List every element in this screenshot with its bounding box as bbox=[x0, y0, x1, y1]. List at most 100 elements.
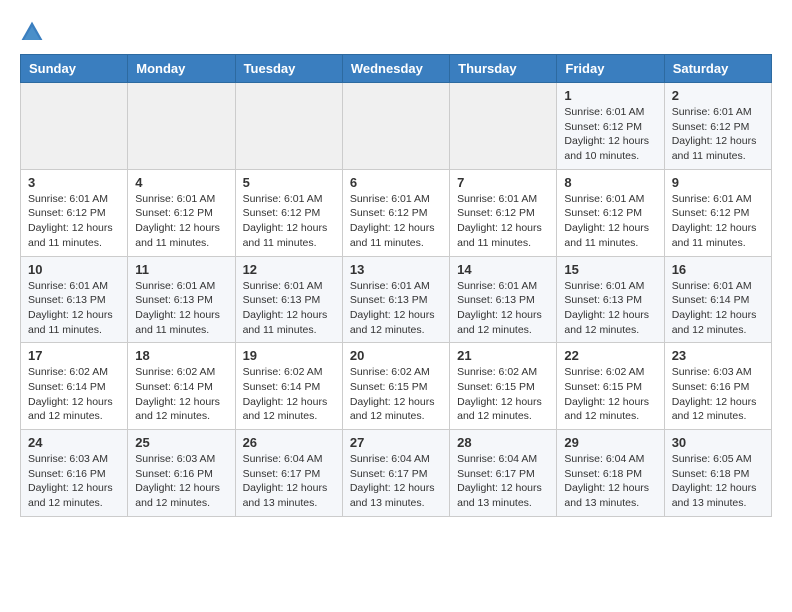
calendar-header-row: SundayMondayTuesdayWednesdayThursdayFrid… bbox=[21, 55, 772, 83]
day-number: 15 bbox=[564, 262, 656, 277]
calendar-week-4: 17 Sunrise: 6:02 AM Sunset: 6:14 PM Dayli… bbox=[21, 343, 772, 430]
day-header-friday: Friday bbox=[557, 55, 664, 83]
calendar-cell: 18 Sunrise: 6:02 AM Sunset: 6:14 PM Dayli… bbox=[128, 343, 235, 430]
day-number: 20 bbox=[350, 348, 442, 363]
calendar-cell: 23Sunrise: 6:03 AM Sunset: 6:16 PM Dayli… bbox=[664, 343, 771, 430]
calendar-cell bbox=[128, 83, 235, 170]
calendar-cell: 29 Sunrise: 6:04 AM Sunset: 6:18 PM Dayli… bbox=[557, 430, 664, 517]
page-header bbox=[20, 20, 772, 44]
day-number: 24 bbox=[28, 435, 120, 450]
logo bbox=[20, 20, 48, 44]
day-info: Sunrise: 6:01 AM Sunset: 6:12 PM Dayligh… bbox=[457, 192, 549, 251]
day-info: Sunrise: 6:01 AM Sunset: 6:13 PM Dayligh… bbox=[350, 279, 442, 338]
day-header-monday: Monday bbox=[128, 55, 235, 83]
calendar-cell: 4Sunrise: 6:01 AM Sunset: 6:12 PM Daylig… bbox=[128, 169, 235, 256]
calendar-cell bbox=[342, 83, 449, 170]
day-info: Sunrise: 6:01 AM Sunset: 6:12 PM Dayligh… bbox=[564, 105, 656, 164]
calendar-cell bbox=[21, 83, 128, 170]
day-number: 19 bbox=[243, 348, 335, 363]
calendar-cell: 10 Sunrise: 6:01 AM Sunset: 6:13 PM Dayli… bbox=[21, 256, 128, 343]
calendar-cell: 24 Sunrise: 6:03 AM Sunset: 6:16 PM Dayli… bbox=[21, 430, 128, 517]
calendar-cell: 14 Sunrise: 6:01 AM Sunset: 6:13 PM Dayli… bbox=[450, 256, 557, 343]
day-info: Sunrise: 6:03 AM Sunset: 6:16 PM Dayligh… bbox=[135, 452, 227, 511]
day-number: 6 bbox=[350, 175, 442, 190]
day-number: 21 bbox=[457, 348, 549, 363]
day-info: Sunrise: 6:01 AM Sunset: 6:12 PM Dayligh… bbox=[28, 192, 120, 251]
day-number: 17 bbox=[28, 348, 120, 363]
calendar-cell: 11Sunrise: 6:01 AM Sunset: 6:13 PM Dayli… bbox=[128, 256, 235, 343]
day-info: Sunrise: 6:01 AM Sunset: 6:12 PM Dayligh… bbox=[564, 192, 656, 251]
calendar-cell bbox=[235, 83, 342, 170]
calendar-cell: 12Sunrise: 6:01 AM Sunset: 6:13 PM Dayli… bbox=[235, 256, 342, 343]
day-number: 30 bbox=[672, 435, 764, 450]
calendar-cell: 22 Sunrise: 6:02 AM Sunset: 6:15 PM Dayli… bbox=[557, 343, 664, 430]
day-info: Sunrise: 6:01 AM Sunset: 6:12 PM Dayligh… bbox=[672, 192, 764, 251]
day-info: Sunrise: 6:04 AM Sunset: 6:17 PM Dayligh… bbox=[243, 452, 335, 511]
day-number: 5 bbox=[243, 175, 335, 190]
day-number: 8 bbox=[564, 175, 656, 190]
day-number: 25 bbox=[135, 435, 227, 450]
day-number: 10 bbox=[28, 262, 120, 277]
calendar-cell: 28 Sunrise: 6:04 AM Sunset: 6:17 PM Dayli… bbox=[450, 430, 557, 517]
day-info: Sunrise: 6:01 AM Sunset: 6:12 PM Dayligh… bbox=[672, 105, 764, 164]
calendar: SundayMondayTuesdayWednesdayThursdayFrid… bbox=[20, 54, 772, 517]
calendar-cell: 9 Sunrise: 6:01 AM Sunset: 6:12 PM Daylig… bbox=[664, 169, 771, 256]
calendar-cell: 30Sunrise: 6:05 AM Sunset: 6:18 PM Dayli… bbox=[664, 430, 771, 517]
day-info: Sunrise: 6:01 AM Sunset: 6:13 PM Dayligh… bbox=[457, 279, 549, 338]
day-number: 2 bbox=[672, 88, 764, 103]
calendar-cell: 13 Sunrise: 6:01 AM Sunset: 6:13 PM Dayli… bbox=[342, 256, 449, 343]
calendar-cell: 7 Sunrise: 6:01 AM Sunset: 6:12 PM Daylig… bbox=[450, 169, 557, 256]
calendar-cell: 6 Sunrise: 6:01 AM Sunset: 6:12 PM Daylig… bbox=[342, 169, 449, 256]
calendar-cell: 20 Sunrise: 6:02 AM Sunset: 6:15 PM Dayli… bbox=[342, 343, 449, 430]
calendar-cell: 1Sunrise: 6:01 AM Sunset: 6:12 PM Daylig… bbox=[557, 83, 664, 170]
day-number: 11 bbox=[135, 262, 227, 277]
calendar-cell: 27 Sunrise: 6:04 AM Sunset: 6:17 PM Dayli… bbox=[342, 430, 449, 517]
day-info: Sunrise: 6:01 AM Sunset: 6:12 PM Dayligh… bbox=[135, 192, 227, 251]
calendar-cell: 5 Sunrise: 6:01 AM Sunset: 6:12 PM Daylig… bbox=[235, 169, 342, 256]
calendar-cell: 3 Sunrise: 6:01 AM Sunset: 6:12 PM Daylig… bbox=[21, 169, 128, 256]
day-number: 13 bbox=[350, 262, 442, 277]
day-number: 22 bbox=[564, 348, 656, 363]
day-info: Sunrise: 6:01 AM Sunset: 6:13 PM Dayligh… bbox=[564, 279, 656, 338]
day-info: Sunrise: 6:02 AM Sunset: 6:15 PM Dayligh… bbox=[350, 365, 442, 424]
day-number: 14 bbox=[457, 262, 549, 277]
day-number: 29 bbox=[564, 435, 656, 450]
day-info: Sunrise: 6:04 AM Sunset: 6:18 PM Dayligh… bbox=[564, 452, 656, 511]
day-header-saturday: Saturday bbox=[664, 55, 771, 83]
day-number: 7 bbox=[457, 175, 549, 190]
calendar-cell: 15 Sunrise: 6:01 AM Sunset: 6:13 PM Dayli… bbox=[557, 256, 664, 343]
day-number: 18 bbox=[135, 348, 227, 363]
day-number: 27 bbox=[350, 435, 442, 450]
day-info: Sunrise: 6:01 AM Sunset: 6:12 PM Dayligh… bbox=[350, 192, 442, 251]
day-info: Sunrise: 6:01 AM Sunset: 6:12 PM Dayligh… bbox=[243, 192, 335, 251]
day-number: 9 bbox=[672, 175, 764, 190]
day-number: 3 bbox=[28, 175, 120, 190]
calendar-cell bbox=[450, 83, 557, 170]
day-number: 28 bbox=[457, 435, 549, 450]
day-header-wednesday: Wednesday bbox=[342, 55, 449, 83]
calendar-cell: 2 Sunrise: 6:01 AM Sunset: 6:12 PM Daylig… bbox=[664, 83, 771, 170]
day-number: 12 bbox=[243, 262, 335, 277]
calendar-cell: 19 Sunrise: 6:02 AM Sunset: 6:14 PM Dayli… bbox=[235, 343, 342, 430]
day-info: Sunrise: 6:02 AM Sunset: 6:14 PM Dayligh… bbox=[28, 365, 120, 424]
day-info: Sunrise: 6:03 AM Sunset: 6:16 PM Dayligh… bbox=[672, 365, 764, 424]
day-info: Sunrise: 6:02 AM Sunset: 6:14 PM Dayligh… bbox=[243, 365, 335, 424]
calendar-cell: 26Sunrise: 6:04 AM Sunset: 6:17 PM Dayli… bbox=[235, 430, 342, 517]
calendar-cell: 25 Sunrise: 6:03 AM Sunset: 6:16 PM Dayli… bbox=[128, 430, 235, 517]
calendar-cell: 17 Sunrise: 6:02 AM Sunset: 6:14 PM Dayli… bbox=[21, 343, 128, 430]
calendar-week-1: 1Sunrise: 6:01 AM Sunset: 6:12 PM Daylig… bbox=[21, 83, 772, 170]
day-info: Sunrise: 6:01 AM Sunset: 6:13 PM Dayligh… bbox=[28, 279, 120, 338]
calendar-week-5: 24 Sunrise: 6:03 AM Sunset: 6:16 PM Dayli… bbox=[21, 430, 772, 517]
day-info: Sunrise: 6:02 AM Sunset: 6:15 PM Dayligh… bbox=[564, 365, 656, 424]
day-info: Sunrise: 6:03 AM Sunset: 6:16 PM Dayligh… bbox=[28, 452, 120, 511]
calendar-cell: 16Sunrise: 6:01 AM Sunset: 6:14 PM Dayli… bbox=[664, 256, 771, 343]
day-info: Sunrise: 6:02 AM Sunset: 6:15 PM Dayligh… bbox=[457, 365, 549, 424]
day-header-sunday: Sunday bbox=[21, 55, 128, 83]
calendar-cell: 8 Sunrise: 6:01 AM Sunset: 6:12 PM Daylig… bbox=[557, 169, 664, 256]
calendar-week-3: 10 Sunrise: 6:01 AM Sunset: 6:13 PM Dayli… bbox=[21, 256, 772, 343]
day-header-thursday: Thursday bbox=[450, 55, 557, 83]
day-info: Sunrise: 6:02 AM Sunset: 6:14 PM Dayligh… bbox=[135, 365, 227, 424]
day-info: Sunrise: 6:04 AM Sunset: 6:17 PM Dayligh… bbox=[457, 452, 549, 511]
day-info: Sunrise: 6:04 AM Sunset: 6:17 PM Dayligh… bbox=[350, 452, 442, 511]
calendar-week-2: 3 Sunrise: 6:01 AM Sunset: 6:12 PM Daylig… bbox=[21, 169, 772, 256]
